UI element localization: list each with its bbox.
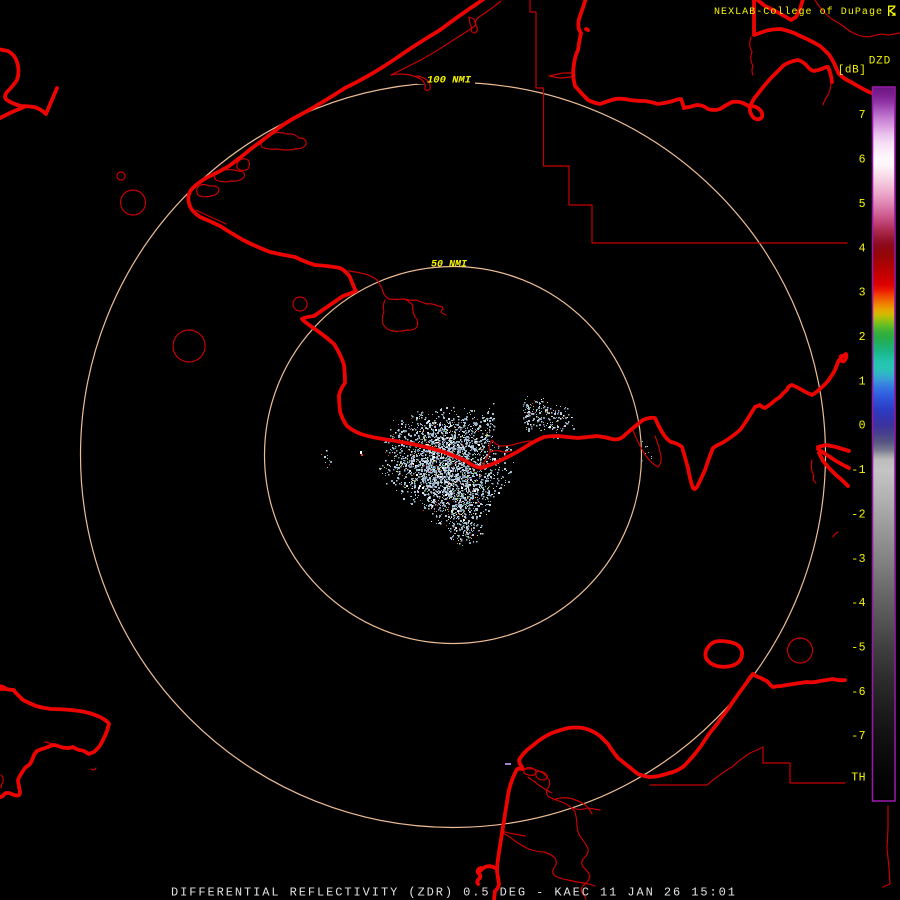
svg-text:-2: -2	[851, 508, 866, 521]
svg-text:0: 0	[859, 420, 866, 433]
svg-text:1: 1	[859, 375, 866, 388]
svg-text:100 NMI: 100 NMI	[427, 75, 472, 87]
svg-text:TH: TH	[851, 772, 866, 785]
svg-text:7: 7	[859, 109, 866, 122]
svg-text:DIFFERENTIAL REFLECTIVITY (ZDR: DIFFERENTIAL REFLECTIVITY (ZDR) 0.5 DEG …	[171, 886, 735, 900]
svg-text:50 NMI: 50 NMI	[431, 259, 468, 271]
svg-text:DZD: DZD	[869, 56, 891, 68]
svg-text:-5: -5	[851, 642, 866, 655]
svg-text:-3: -3	[851, 553, 866, 566]
svg-text:4: 4	[859, 242, 866, 255]
svg-text:-4: -4	[851, 597, 866, 610]
svg-text:5: 5	[859, 198, 866, 211]
svg-text:-1: -1	[851, 464, 866, 477]
svg-text:-6: -6	[851, 686, 866, 699]
svg-text:-7: -7	[851, 730, 866, 743]
svg-text:6: 6	[859, 154, 866, 167]
svg-text:3: 3	[859, 287, 866, 300]
svg-text:[dB]: [dB]	[838, 65, 867, 77]
svg-text:2: 2	[859, 331, 866, 344]
svg-text:NEXLAB-College of DuPage: NEXLAB-College of DuPage	[714, 6, 882, 18]
